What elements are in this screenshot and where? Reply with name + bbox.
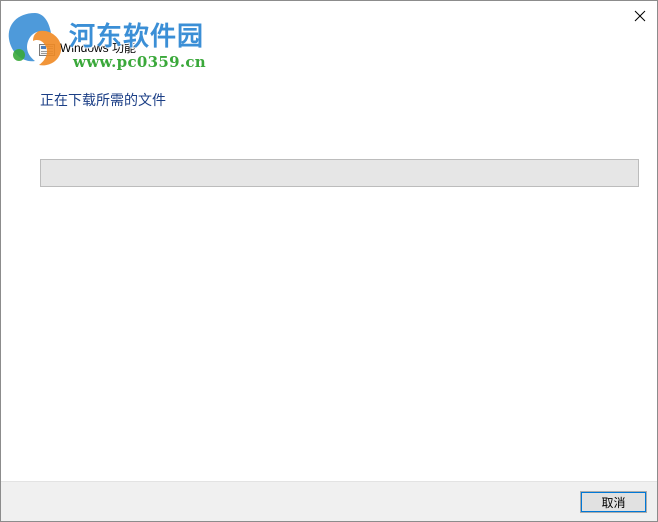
download-progress-bar xyxy=(40,159,639,187)
window-title: Windows 功能 xyxy=(60,41,137,55)
cancel-button[interactable]: 取消 xyxy=(580,491,647,513)
windows-features-dialog: Windows 功能 河东软件园 www.pc0359.cn 正在下载所需的文件… xyxy=(0,0,658,522)
download-status-text: 正在下载所需的文件 xyxy=(40,93,166,109)
dialog-footer: 取消 xyxy=(1,481,657,521)
close-button[interactable] xyxy=(623,1,657,32)
close-icon xyxy=(634,7,646,26)
windows-features-icon xyxy=(39,41,55,56)
title-bar[interactable]: Windows 功能 xyxy=(1,1,657,56)
